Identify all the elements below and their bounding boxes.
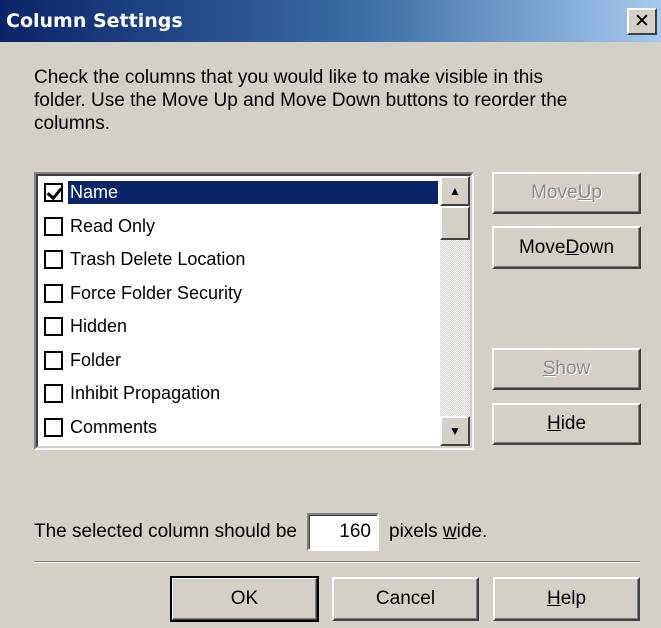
button-label: own (579, 236, 615, 258)
list-item[interactable]: Inhibit Propagation (38, 377, 444, 411)
cancel-button[interactable]: Cancel (332, 577, 479, 621)
column-width-row: The selected column should be pixels wid… (34, 513, 634, 551)
scroll-thumb[interactable] (440, 206, 470, 240)
button-label: Cancel (375, 588, 436, 609)
accelerator-key: D (565, 236, 580, 258)
checkbox[interactable] (44, 216, 63, 236)
list-item-label: Folder (70, 349, 122, 370)
ok-button[interactable]: OK (170, 576, 319, 622)
accelerator-key: H (546, 413, 561, 434)
list-item-label: Name (68, 181, 438, 205)
instructions-text: Check the columns that you would like to… (34, 66, 659, 135)
show-button[interactable]: Show (492, 348, 641, 390)
close-button[interactable]: ✕ (627, 8, 657, 35)
checkbox[interactable] (44, 350, 63, 370)
arrow-up-icon: ▲ (449, 184, 461, 198)
accelerator-key: S (542, 358, 556, 379)
separator (34, 561, 640, 563)
button-label: p (591, 182, 602, 203)
checkbox[interactable] (44, 317, 63, 337)
list-item[interactable]: Read Only (38, 210, 444, 244)
button-label: elp (560, 588, 587, 609)
checkbox[interactable] (44, 417, 63, 437)
columns-listbox[interactable]: Name Read Only Trash Delete Location For… (34, 172, 474, 450)
list-item[interactable]: Folder (38, 344, 444, 378)
instructions-line-2: folder. Use the Move Up and Move Down bu… (34, 90, 568, 111)
button-label: Move (518, 236, 566, 258)
list-item[interactable]: Comments (38, 411, 444, 445)
list-item-label: Read Only (70, 215, 156, 236)
instructions-line-3: columns. (34, 113, 111, 134)
column-width-input[interactable] (307, 513, 379, 551)
list-item[interactable]: Force Folder Security (38, 277, 444, 311)
close-icon: ✕ (634, 10, 650, 32)
window-title: Column Settings (6, 10, 183, 32)
checkbox[interactable] (44, 283, 63, 303)
width-prefix-label: The selected column should be (34, 521, 297, 542)
button-label: Move (531, 182, 578, 203)
list-item-label: Trash Delete Location (70, 249, 246, 270)
checkbox[interactable] (44, 250, 63, 270)
checkbox[interactable] (44, 183, 63, 203)
width-suffix-label: pixels wide. (389, 521, 488, 542)
list-item-label: Hidden (70, 316, 128, 337)
scroll-down-button[interactable]: ▼ (440, 416, 470, 446)
button-label: how (555, 358, 591, 379)
button-label: ide (560, 413, 587, 434)
list-item-label: Inhibit Propagation (70, 383, 221, 404)
arrow-down-icon: ▼ (449, 424, 461, 438)
accelerator-key: H (546, 588, 561, 609)
move-up-button[interactable]: Move Up (492, 172, 641, 214)
list-item[interactable]: Name (38, 176, 444, 210)
checkbox[interactable] (44, 384, 63, 404)
columns-list: Name Read Only Trash Delete Location For… (38, 176, 444, 444)
vertical-scrollbar[interactable]: ▲ ▼ (440, 176, 470, 446)
scroll-up-button[interactable]: ▲ (440, 176, 470, 206)
help-button[interactable]: Help (493, 577, 640, 621)
accelerator-key: U (577, 182, 592, 203)
list-item-label: Force Folder Security (70, 282, 243, 303)
list-item-label: Comments (70, 416, 158, 437)
title-bar: Column Settings ✕ (0, 0, 661, 42)
hide-button[interactable]: Hide (492, 403, 641, 445)
list-item[interactable]: Trash Delete Location (38, 243, 444, 277)
button-label: OK (230, 588, 259, 609)
move-down-button[interactable]: Move Down (492, 226, 641, 269)
instructions-line-1: Check the columns that you would like to… (34, 67, 544, 88)
list-item[interactable]: Hidden (38, 310, 444, 344)
